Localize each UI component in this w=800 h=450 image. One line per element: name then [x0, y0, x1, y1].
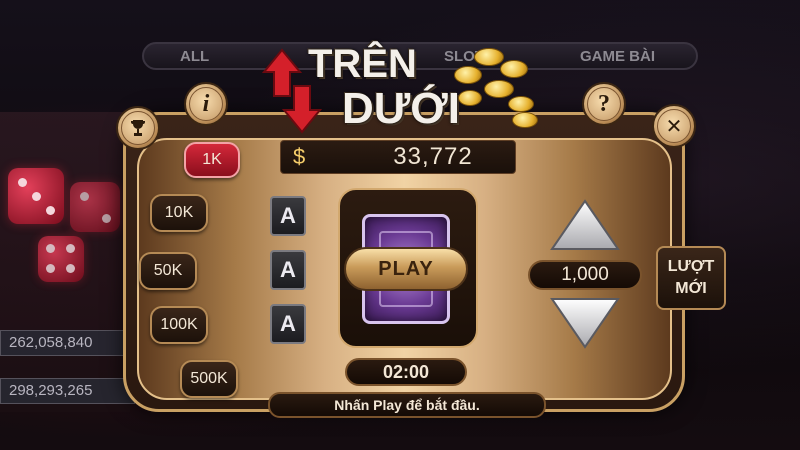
- chip-10k-button[interactable]: 10K: [150, 194, 208, 232]
- jackpot-counter: 262,058,840: [0, 330, 135, 356]
- logo-line-2: DƯỚI: [342, 84, 461, 133]
- card-slot: A: [270, 250, 306, 290]
- new-round-label-2: MỚI: [675, 280, 707, 297]
- chip-50k-button[interactable]: 50K: [139, 252, 197, 290]
- dice-icon: [8, 168, 64, 224]
- dice-icon: [70, 182, 120, 232]
- info-icon: i: [202, 90, 210, 117]
- close-icon: ✕: [665, 114, 683, 138]
- coin-icon: [484, 80, 514, 98]
- info-button[interactable]: i: [184, 82, 228, 126]
- close-button[interactable]: ✕: [652, 104, 696, 148]
- play-button[interactable]: PLAY: [344, 247, 468, 291]
- countdown-timer: 02:00: [345, 358, 467, 386]
- coin-icon: [454, 66, 482, 84]
- trophy-icon: [131, 120, 145, 136]
- lower-arrow-button[interactable]: [549, 296, 621, 350]
- new-round-button[interactable]: LƯỢT MỚI: [656, 246, 726, 310]
- new-round-label-1: LƯỢT: [667, 258, 715, 275]
- leaderboard-button[interactable]: [116, 106, 160, 150]
- card-slot: A: [270, 304, 306, 344]
- logo-line-1: TRÊN: [308, 42, 417, 86]
- coin-icon: [474, 48, 504, 66]
- coin-icon: [508, 96, 534, 112]
- help-icon: ?: [598, 90, 610, 117]
- help-button[interactable]: ?: [582, 82, 626, 126]
- balance-value: 33,772: [393, 143, 473, 170]
- bet-amount-display: 1,000: [528, 260, 642, 290]
- chip-500k-button[interactable]: 500K: [180, 360, 238, 398]
- chip-1k-button[interactable]: 1K: [184, 142, 240, 178]
- coin-icon: [512, 112, 538, 128]
- instruction-hint: Nhấn Play để bắt đầu.: [268, 392, 546, 418]
- coin-icon: [500, 60, 528, 78]
- balance-display: $ 33,772: [280, 140, 516, 174]
- card-slot: A: [270, 196, 306, 236]
- coin-icon: [458, 90, 482, 106]
- tab-all[interactable]: ALL: [180, 48, 209, 65]
- dollar-icon: $: [293, 144, 306, 169]
- game-logo: TRÊN DƯỚI: [262, 42, 538, 138]
- higher-arrow-button[interactable]: [549, 198, 621, 252]
- dice-icon: [38, 236, 84, 282]
- jackpot-counter: 298,293,265: [0, 378, 135, 404]
- chip-100k-button[interactable]: 100K: [150, 306, 208, 344]
- tab-game-bai[interactable]: GAME BÀI: [580, 48, 655, 65]
